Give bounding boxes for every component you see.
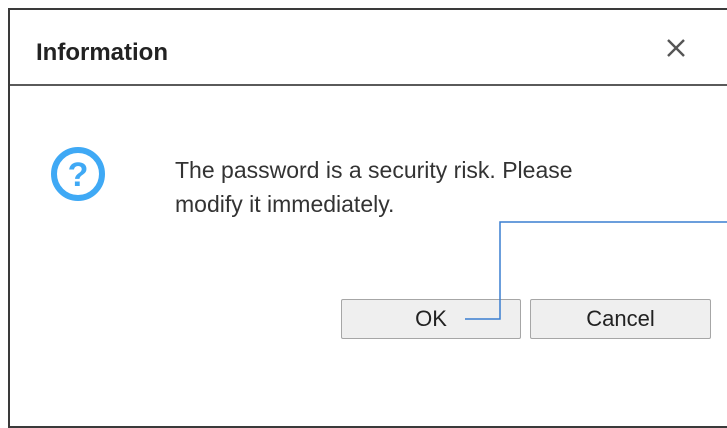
close-icon[interactable] — [662, 34, 690, 62]
ok-button[interactable]: OK — [341, 299, 521, 339]
message-line-1: The password is a security risk. Please — [175, 157, 573, 183]
dialog-title: Information — [36, 39, 168, 66]
cancel-button[interactable]: Cancel — [530, 299, 711, 339]
question-circle-icon: ? — [50, 146, 106, 202]
dialog-message: The password is a security risk. Please … — [175, 153, 675, 221]
information-dialog: Information ? The password is a security… — [8, 8, 727, 428]
message-line-2: modify it immediately. — [175, 191, 395, 217]
dialog-titlebar: Information — [10, 10, 727, 86]
svg-text:?: ? — [68, 156, 89, 194]
